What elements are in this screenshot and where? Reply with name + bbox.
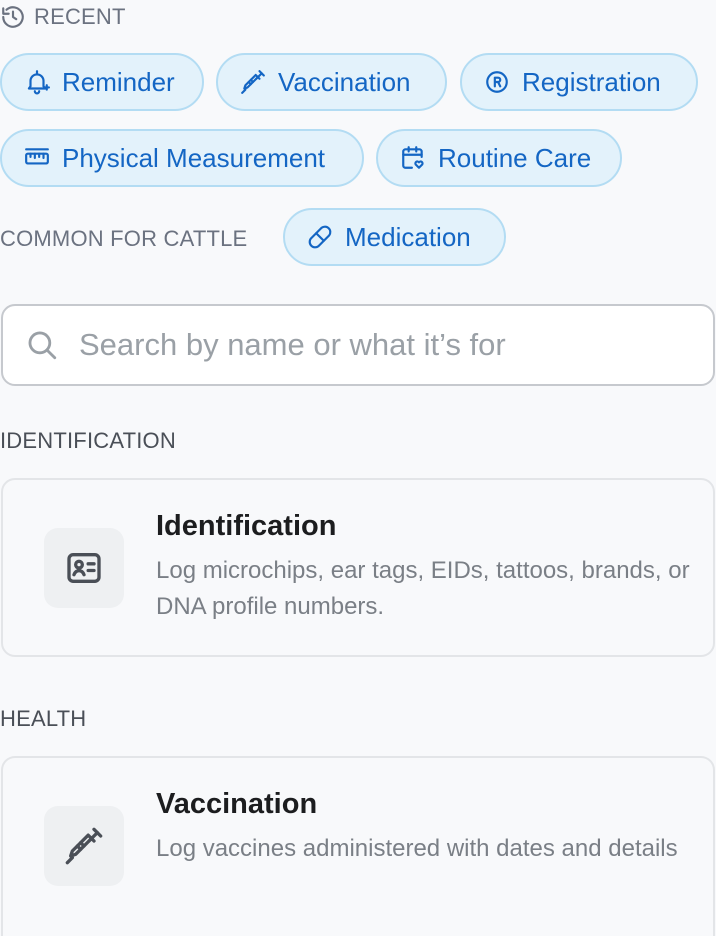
identification-heading-label: IDENTIFICATION [0,428,176,453]
chip-label: Vaccination [278,66,411,97]
card-title: Identification [156,510,337,542]
search-icon [25,328,59,362]
registered-icon [484,69,510,95]
chip-physical-measurement[interactable]: Physical Measurement [0,129,364,187]
pill-icon [307,224,333,250]
syringe-icon [240,69,266,95]
card-description: Log vaccines administered with dates and… [156,835,678,862]
chip-registration[interactable]: Registration [460,53,698,111]
event-card-vaccination[interactable]: Vaccination Log vaccines administered wi… [1,756,715,936]
chip-label: Reminder [62,66,175,97]
history-icon [0,4,26,30]
recent-heading: RECENT [0,4,126,30]
search-box[interactable] [1,304,715,386]
card-description: Log microchips, ear tags, EIDs, tattoos,… [156,557,690,620]
id-card-icon [44,528,124,608]
chip-label: Physical Measurement [62,142,325,173]
calendar-heart-icon [400,145,426,171]
event-type-picker: RECENT Reminder Vaccination Registration… [0,0,716,936]
health-heading: HEALTH [0,706,86,732]
recent-heading-label: RECENT [34,4,126,29]
chip-reminder[interactable]: Reminder [0,53,204,111]
chip-label: Routine Care [438,142,592,173]
health-heading-label: HEALTH [0,706,87,731]
syringe-icon [44,806,124,886]
search-input[interactable] [77,326,681,364]
chip-routine-care[interactable]: Routine Care [376,129,622,187]
chip-medication[interactable]: Medication [283,208,506,266]
common-heading-label: COMMON FOR CATTLE [0,226,248,251]
chip-vaccination[interactable]: Vaccination [216,53,447,111]
bell-plus-icon [24,69,50,95]
event-card-identification[interactable]: Identification Log microchips, ear tags,… [1,478,715,657]
identification-heading: IDENTIFICATION [0,428,176,454]
common-heading: COMMON FOR CATTLE [0,226,247,252]
ruler-icon [24,145,50,171]
chip-label: Registration [522,66,661,97]
chip-label: Medication [345,221,471,252]
card-title: Vaccination [156,788,318,820]
